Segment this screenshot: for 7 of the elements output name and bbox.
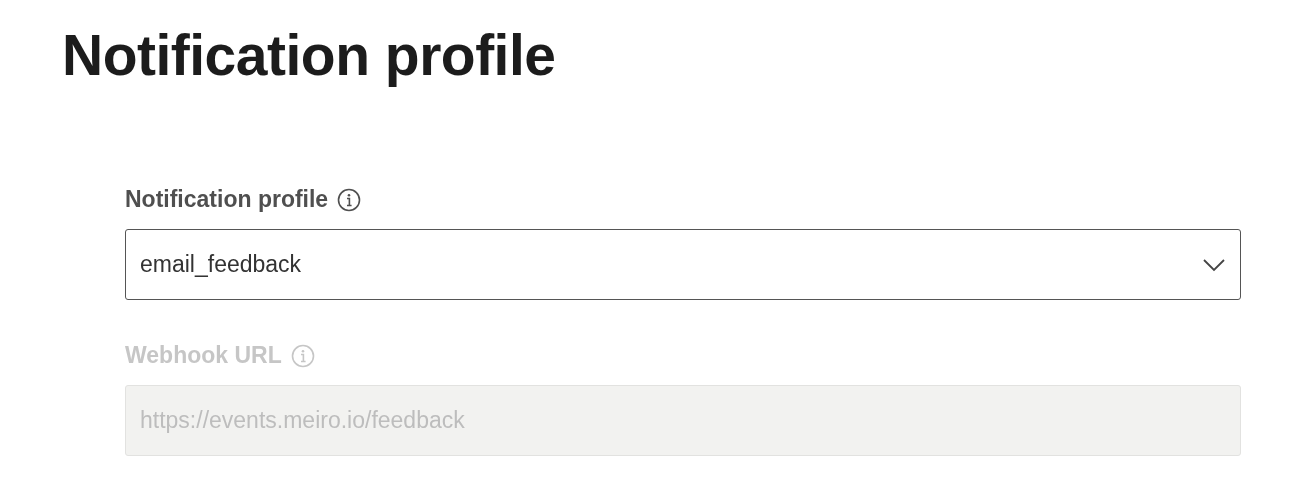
field-label: Webhook URL [125,342,282,369]
chevron-down-icon [1202,257,1226,272]
profile-dropdown[interactable]: email_feedback [125,229,1241,300]
info-icon [290,343,315,368]
info-icon [337,187,362,212]
page-title: Notification profile [62,22,557,88]
field-label: Notification profile [125,186,329,213]
